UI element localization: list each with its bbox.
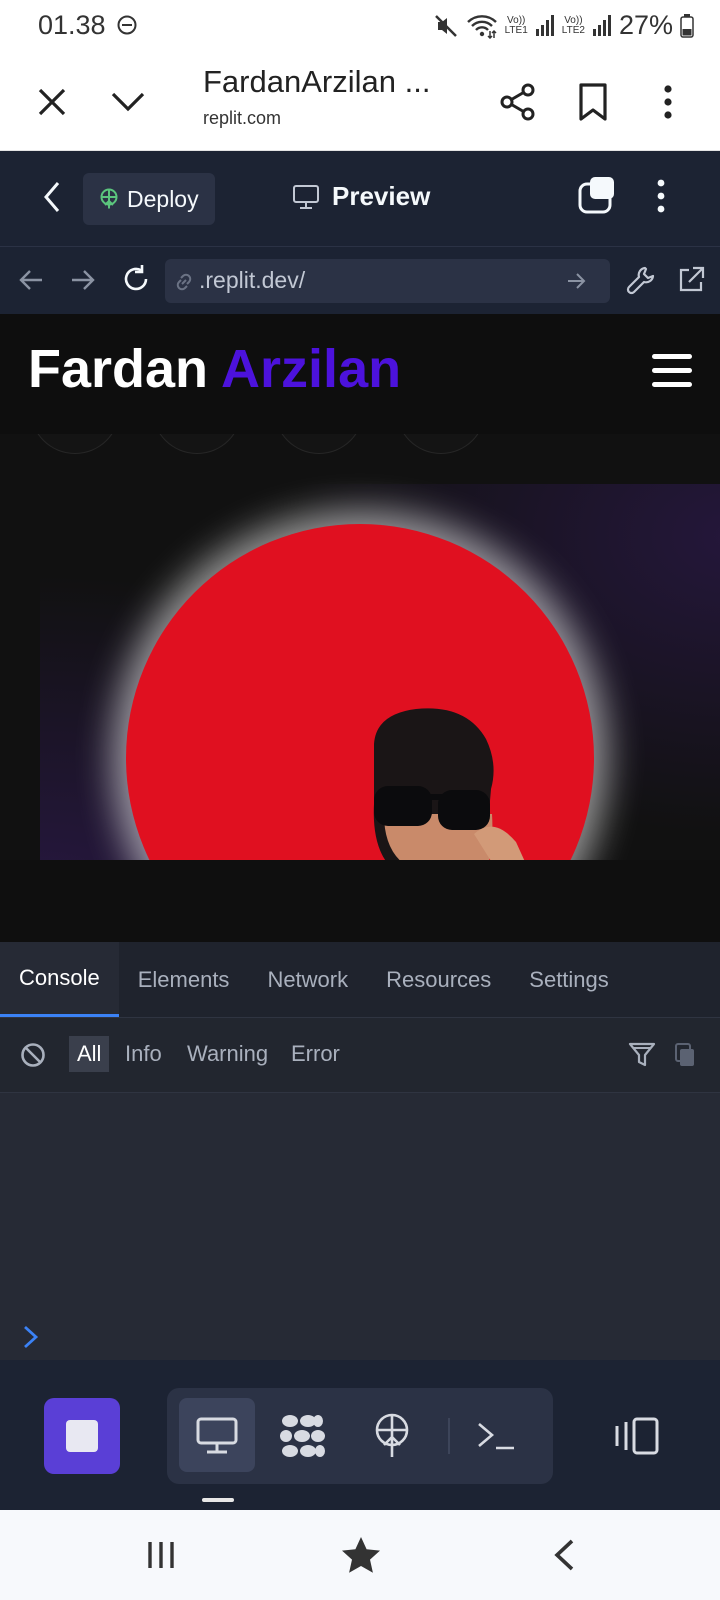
- deploy-button[interactable]: Deploy: [83, 173, 215, 225]
- back-arrow-icon[interactable]: [18, 268, 44, 292]
- signal1-icon: [535, 14, 555, 37]
- page-domain[interactable]: replit.com: [203, 108, 281, 129]
- tab-console[interactable]: Console: [0, 942, 119, 1017]
- console-prompt-icon[interactable]: [22, 1324, 40, 1350]
- tab-resources[interactable]: Resources: [367, 942, 510, 1017]
- site-navbar: Fardan Arzilan: [0, 314, 720, 434]
- mute-icon: [433, 13, 459, 39]
- deploy-label: Deploy: [127, 185, 199, 212]
- signal2-icon: [592, 14, 612, 37]
- chevron-down-icon[interactable]: [104, 78, 152, 126]
- url-input[interactable]: .replit.dev/: [165, 259, 610, 303]
- webview-icon[interactable]: [191, 1410, 243, 1462]
- reload-icon[interactable]: [121, 264, 151, 294]
- logo-second: Arzilan: [221, 339, 402, 399]
- page-title[interactable]: FardanArzilan ...: [203, 64, 430, 100]
- browser-toolbar: FardanArzilan ... replit.com: [0, 50, 720, 151]
- level-warning[interactable]: Warning: [179, 1036, 276, 1072]
- hamburger-menu-icon[interactable]: [652, 354, 692, 388]
- tab-elements[interactable]: Elements: [119, 942, 249, 1017]
- more-vert-icon[interactable]: [656, 179, 666, 213]
- copy-icon[interactable]: [674, 1042, 696, 1068]
- home-star-icon[interactable]: [331, 1530, 391, 1580]
- filter-icon[interactable]: [628, 1042, 656, 1068]
- tool-switcher: [167, 1388, 553, 1484]
- share-icon[interactable]: [494, 78, 542, 126]
- battery-percent: 27%: [618, 10, 673, 40]
- split-view-icon[interactable]: [614, 1416, 660, 1456]
- link-icon: [173, 271, 195, 293]
- wifi-icon: [466, 13, 498, 39]
- preview-label: Preview: [332, 181, 431, 211]
- shell-icon[interactable]: [470, 1410, 522, 1462]
- volte-label-2: Vo)): [564, 14, 583, 26]
- stop-icon: [66, 1420, 98, 1452]
- sim2-label: LTE2: [561, 24, 585, 36]
- level-all[interactable]: All: [69, 1036, 110, 1072]
- preview-title: Preview: [292, 181, 430, 212]
- tool-separator: [448, 1418, 450, 1454]
- webview-bottom: [0, 860, 720, 942]
- devtools-panel: Console Elements Network Resources Setti…: [0, 942, 720, 1360]
- volte-label: Vo)): [507, 14, 526, 26]
- bookmark-icon[interactable]: [569, 78, 617, 126]
- sim1-label: LTE1: [504, 24, 528, 36]
- replit-bottom-bar: [0, 1360, 720, 1510]
- deploy-icon[interactable]: [366, 1410, 418, 1462]
- level-error[interactable]: Error: [283, 1036, 348, 1072]
- close-icon[interactable]: [28, 78, 76, 126]
- sim2-indicator: Vo)) LTE2: [561, 14, 585, 36]
- logo-first: Fardan: [28, 339, 209, 399]
- tab-network[interactable]: Network: [248, 942, 367, 1017]
- go-arrow-icon[interactable]: [567, 272, 587, 290]
- console-filter-row: All Info Warning Error: [0, 1018, 720, 1093]
- system-nav-bar: [0, 1510, 720, 1600]
- level-info[interactable]: Info: [117, 1036, 170, 1072]
- recents-icon[interactable]: [131, 1530, 191, 1580]
- agent-icon[interactable]: [276, 1410, 328, 1462]
- replit-header: Deploy Preview: [0, 151, 720, 246]
- dnd-icon: [117, 15, 137, 35]
- stop-button[interactable]: [44, 1398, 120, 1474]
- url-text: .replit.dev/: [199, 267, 306, 293]
- status-time: 01.38: [38, 10, 106, 40]
- site-logo[interactable]: Fardan Arzilan: [28, 338, 401, 400]
- devtools-tabs: Console Elements Network Resources Setti…: [0, 942, 720, 1018]
- status-bar: 01.38 Vo)) LTE1 Vo)) LTE2 27%: [0, 0, 720, 50]
- url-bar: .replit.dev/: [0, 246, 720, 316]
- sheet-handle[interactable]: [202, 1498, 234, 1502]
- forward-arrow-icon[interactable]: [70, 268, 96, 292]
- more-vert-icon[interactable]: [644, 78, 692, 126]
- webview[interactable]: Fardan Arzilan: [0, 314, 720, 860]
- clear-console-icon[interactable]: [20, 1042, 46, 1068]
- wrench-icon[interactable]: [626, 265, 656, 295]
- battery-icon: [680, 13, 694, 38]
- external-link-icon[interactable]: [676, 265, 706, 295]
- monitor-icon: [292, 184, 320, 210]
- sim1-indicator: Vo)) LTE1: [504, 14, 528, 36]
- tabs-icon[interactable]: [577, 175, 617, 215]
- deploy-icon: [99, 188, 119, 210]
- status-right: Vo)) LTE1 Vo)) LTE2 27%: [433, 10, 694, 41]
- tab-settings[interactable]: Settings: [510, 942, 628, 1017]
- back-icon[interactable]: [38, 179, 66, 215]
- nav-back-icon[interactable]: [534, 1530, 594, 1580]
